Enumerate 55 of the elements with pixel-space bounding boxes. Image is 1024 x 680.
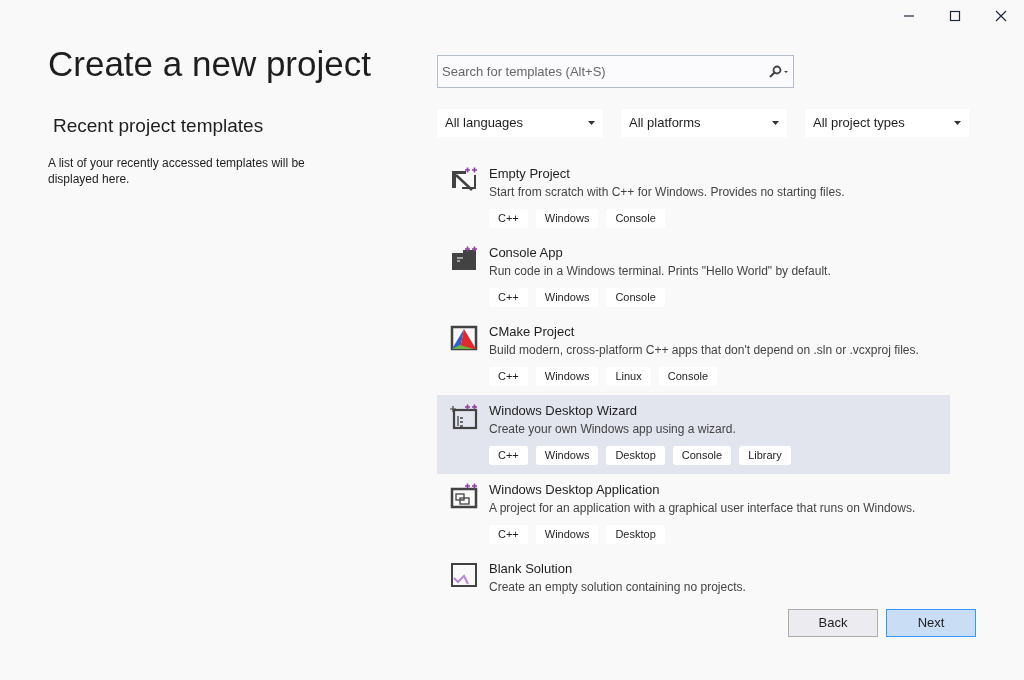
template-description: Build modern, cross-platform C++ apps that don't depend on .sln or .vcxproj files. <box>489 342 919 359</box>
caret-icon <box>954 121 961 125</box>
filter-dropdown[interactable]: All platforms <box>621 109 787 137</box>
section-heading: Recent project templates <box>53 114 265 138</box>
template-item[interactable]: Windows Desktop Application A project for an application with a graphical user interface that runs on Windows. C++ Windows Desktop <box>437 474 950 553</box>
tag: C++ <box>489 525 528 544</box>
tag: Windows <box>535 209 599 228</box>
template-name: Windows Desktop Wizard <box>489 402 639 420</box>
tag: C++ <box>489 367 528 386</box>
tag: C++ <box>489 446 528 465</box>
page-title: Create a new project <box>48 43 372 85</box>
tag: Desktop <box>606 525 665 544</box>
tag: C++ <box>489 288 528 307</box>
tag: Windows <box>535 446 599 465</box>
console-icon <box>450 246 478 272</box>
template-description: Start from scratch with C++ for Windows. Provides no starting files. <box>489 184 845 201</box>
template-item[interactable]: CMake Project Build modern, cross-platform C++ apps that don't depend on .sln or .vcxproj files. C++ Windows Linux Console <box>437 316 950 395</box>
tag: Console <box>672 446 732 465</box>
caret-icon <box>772 121 779 125</box>
triangle-logo-icon <box>450 325 478 351</box>
caret-icon <box>588 121 595 125</box>
tag: Windows <box>535 525 599 544</box>
template-item[interactable]: Console App Run code in a Windows terminal. Prints "Hello World" by default. C++ Windows Console <box>437 237 950 316</box>
tag: Console <box>606 209 665 228</box>
template-item[interactable]: Windows Desktop Wizard Create your own Windows app using a wizard. C++ Windows Desktop Console Library <box>437 395 950 474</box>
template-name: CMake Project <box>489 323 576 341</box>
template-description: Run code in a Windows terminal. Prints "Hello World" by default. <box>489 263 831 280</box>
search-icon[interactable] <box>768 65 790 79</box>
tag: C++ <box>489 209 528 228</box>
tag: Desktop <box>606 446 665 465</box>
template-name: Blank Solution <box>489 560 574 578</box>
window-icon <box>450 483 478 509</box>
tag: Console <box>658 367 718 386</box>
window-sparkle-icon <box>450 404 478 430</box>
template-item[interactable]: Empty Project Start from scratch with C++ for Windows. Provides no starting files. C++ Windows Console <box>437 158 950 237</box>
template-item[interactable]: Blank Solution Create an empty solution containing no projects. <box>437 553 950 596</box>
filter-dropdown[interactable]: All project types <box>805 109 969 137</box>
filter-dropdown[interactable]: All languages <box>437 109 603 137</box>
next-button[interactable]: Next <box>886 609 976 637</box>
tag: Linux <box>606 367 651 386</box>
tag: Library <box>739 446 791 465</box>
solution-icon <box>450 562 478 588</box>
template-description: A project for an application with a graphical user interface that runs on Windows. <box>489 500 916 517</box>
template-name: Empty Project <box>489 165 571 183</box>
tag: Windows <box>535 288 599 307</box>
square-slash-icon <box>450 167 478 193</box>
template-name: Console App <box>489 244 564 262</box>
template-description: Create your own Windows app using a wizard. <box>489 421 737 438</box>
back-button[interactable]: Back <box>788 609 878 637</box>
tag: Console <box>606 288 665 307</box>
recent-templates-text: A list of your recently accessed templates will be displayed here. <box>48 154 306 187</box>
template-name: Windows Desktop Application <box>489 481 661 499</box>
template-description: Create an empty solution containing no projects. <box>489 579 746 596</box>
tag: Windows <box>535 367 599 386</box>
search-field[interactable]: Search for templates (Alt+S) <box>437 55 794 88</box>
